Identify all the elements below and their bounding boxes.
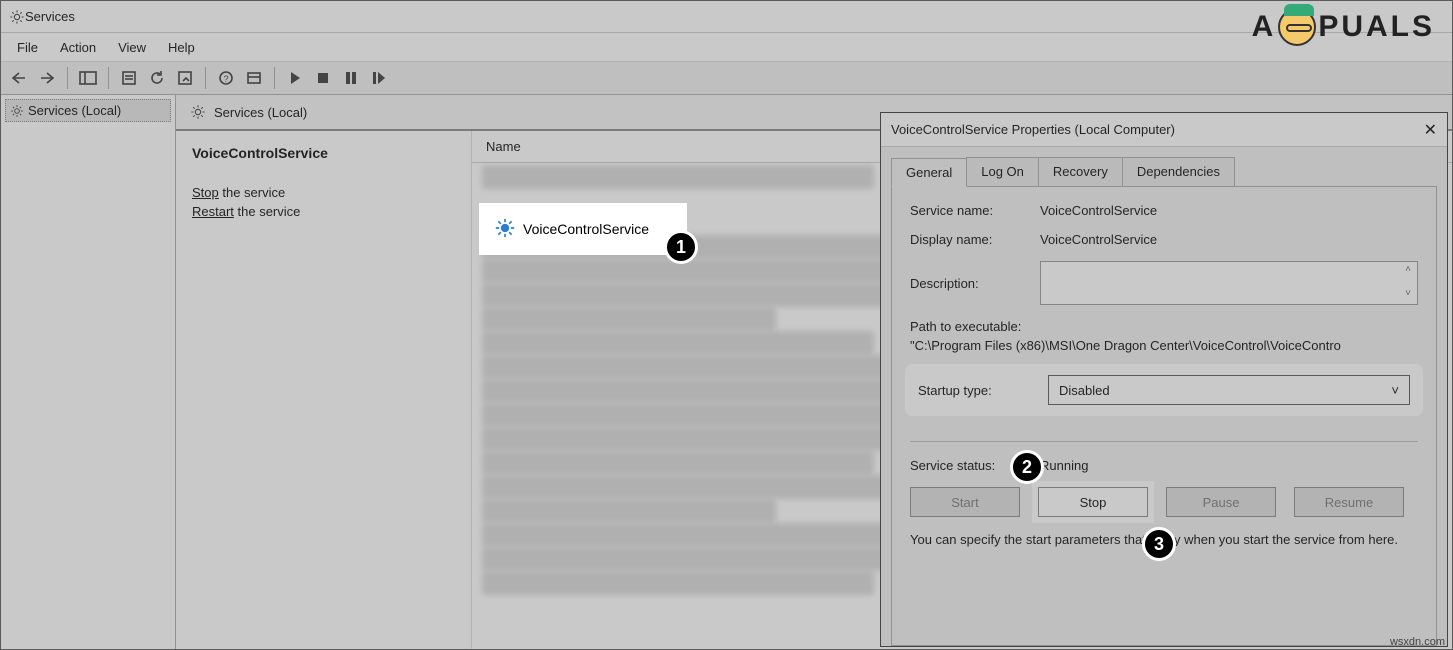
value-display-name: VoiceControlService: [1040, 232, 1418, 247]
titlebar: Services: [1, 1, 1452, 33]
refresh-button[interactable]: [145, 66, 169, 90]
annotation-badge-3: 3: [1142, 527, 1176, 561]
annotation-badge-2: 2: [1010, 450, 1044, 484]
menu-file[interactable]: File: [7, 36, 48, 59]
value-service-name: VoiceControlService: [1040, 203, 1418, 218]
menu-help[interactable]: Help: [158, 36, 205, 59]
start-service-button[interactable]: [283, 66, 307, 90]
stop-service-link[interactable]: Stop: [192, 185, 219, 200]
resume-button[interactable]: Resume: [1294, 487, 1404, 517]
toolbar-separator: [205, 67, 206, 89]
properties-button[interactable]: [117, 66, 141, 90]
toolbar-separator: [108, 67, 109, 89]
toolbar: ?: [1, 61, 1452, 95]
window-title: Services: [25, 9, 75, 24]
service-row-label: VoiceControlService: [523, 221, 649, 237]
services-app-icon: [9, 9, 25, 25]
service-icon: [495, 218, 515, 241]
stop-service-button[interactable]: [311, 66, 335, 90]
toolbar-separator: [274, 67, 275, 89]
start-button[interactable]: Start: [910, 487, 1020, 517]
dialog-title: VoiceControlService Properties (Local Co…: [891, 122, 1175, 137]
stop-suffix: the service: [219, 185, 285, 200]
gear-icon: [190, 104, 206, 120]
tab-log-on[interactable]: Log On: [966, 157, 1039, 186]
tab-recovery[interactable]: Recovery: [1038, 157, 1123, 186]
logo-mascot-icon: [1278, 8, 1316, 46]
annotation-badge-1: 1: [664, 230, 698, 264]
panel-title: Services (Local): [214, 105, 307, 120]
list-item[interactable]: [482, 307, 776, 331]
divider: [910, 441, 1418, 442]
value-path: "C:\Program Files (x86)\MSI\One Dragon C…: [910, 338, 1418, 353]
list-item[interactable]: [482, 499, 776, 523]
dialog-tabs: General Log On Recovery Dependencies: [881, 147, 1447, 186]
list-item[interactable]: [482, 165, 874, 189]
svg-text:?: ?: [223, 74, 228, 84]
tree-node-services-local[interactable]: Services (Local): [5, 99, 171, 122]
list-item[interactable]: [482, 451, 874, 475]
toolbar-separator: [67, 67, 68, 89]
tree-node-label: Services (Local): [28, 103, 121, 118]
snapin-button[interactable]: [242, 66, 266, 90]
tab-general[interactable]: General: [891, 158, 967, 187]
show-hide-tree-button[interactable]: [76, 66, 100, 90]
menu-view[interactable]: View: [108, 36, 156, 59]
startup-type-value: Disabled: [1059, 383, 1110, 398]
tab-panel-general: Service name: VoiceControlService Displa…: [891, 186, 1437, 646]
label-startup-type: Startup type:: [918, 383, 1048, 398]
pause-button[interactable]: Pause: [1166, 487, 1276, 517]
nav-back-button[interactable]: [7, 66, 31, 90]
appuals-logo: A PUALS: [1252, 8, 1435, 46]
pause-service-button[interactable]: [339, 66, 363, 90]
dialog-titlebar: VoiceControlService Properties (Local Co…: [881, 113, 1447, 147]
list-item[interactable]: [482, 571, 874, 595]
list-item[interactable]: [482, 331, 874, 355]
menu-action[interactable]: Action: [50, 36, 106, 59]
value-service-status: Running: [1040, 458, 1418, 473]
restart-service-link[interactable]: Restart: [192, 204, 234, 219]
label-path: Path to executable:: [910, 319, 1418, 334]
image-credit: wsxdn.com: [1390, 636, 1445, 648]
label-description: Description:: [910, 276, 1040, 291]
scroll-up-icon[interactable]: ˄: [1401, 264, 1415, 278]
service-properties-dialog: VoiceControlService Properties (Local Co…: [880, 112, 1448, 647]
selected-service-name: VoiceControlService: [192, 145, 455, 161]
extended-detail-pane: VoiceControlService Stop the service Res…: [176, 131, 471, 649]
label-service-name: Service name:: [910, 203, 1040, 218]
restart-service-button[interactable]: [367, 66, 391, 90]
menubar: File Action View Help: [1, 33, 1452, 61]
chevron-down-icon: ˅: [1391, 383, 1399, 398]
gear-icon: [10, 104, 24, 118]
stop-button[interactable]: Stop: [1038, 487, 1148, 517]
list-item-voicecontrolservice[interactable]: VoiceControlService: [483, 207, 683, 251]
nav-forward-button[interactable]: [35, 66, 59, 90]
label-display-name: Display name:: [910, 232, 1040, 247]
startup-type-dropdown[interactable]: Disabled ˅: [1048, 375, 1410, 405]
scroll-down-icon[interactable]: ˅: [1401, 288, 1415, 302]
help-button[interactable]: ?: [214, 66, 238, 90]
restart-suffix: the service: [234, 204, 300, 219]
export-list-button[interactable]: [173, 66, 197, 90]
tab-dependencies[interactable]: Dependencies: [1122, 157, 1235, 186]
close-button[interactable]: ✕: [1424, 120, 1437, 140]
console-tree: Services (Local): [1, 95, 176, 649]
description-box[interactable]: ˄ ˅: [1040, 261, 1418, 305]
